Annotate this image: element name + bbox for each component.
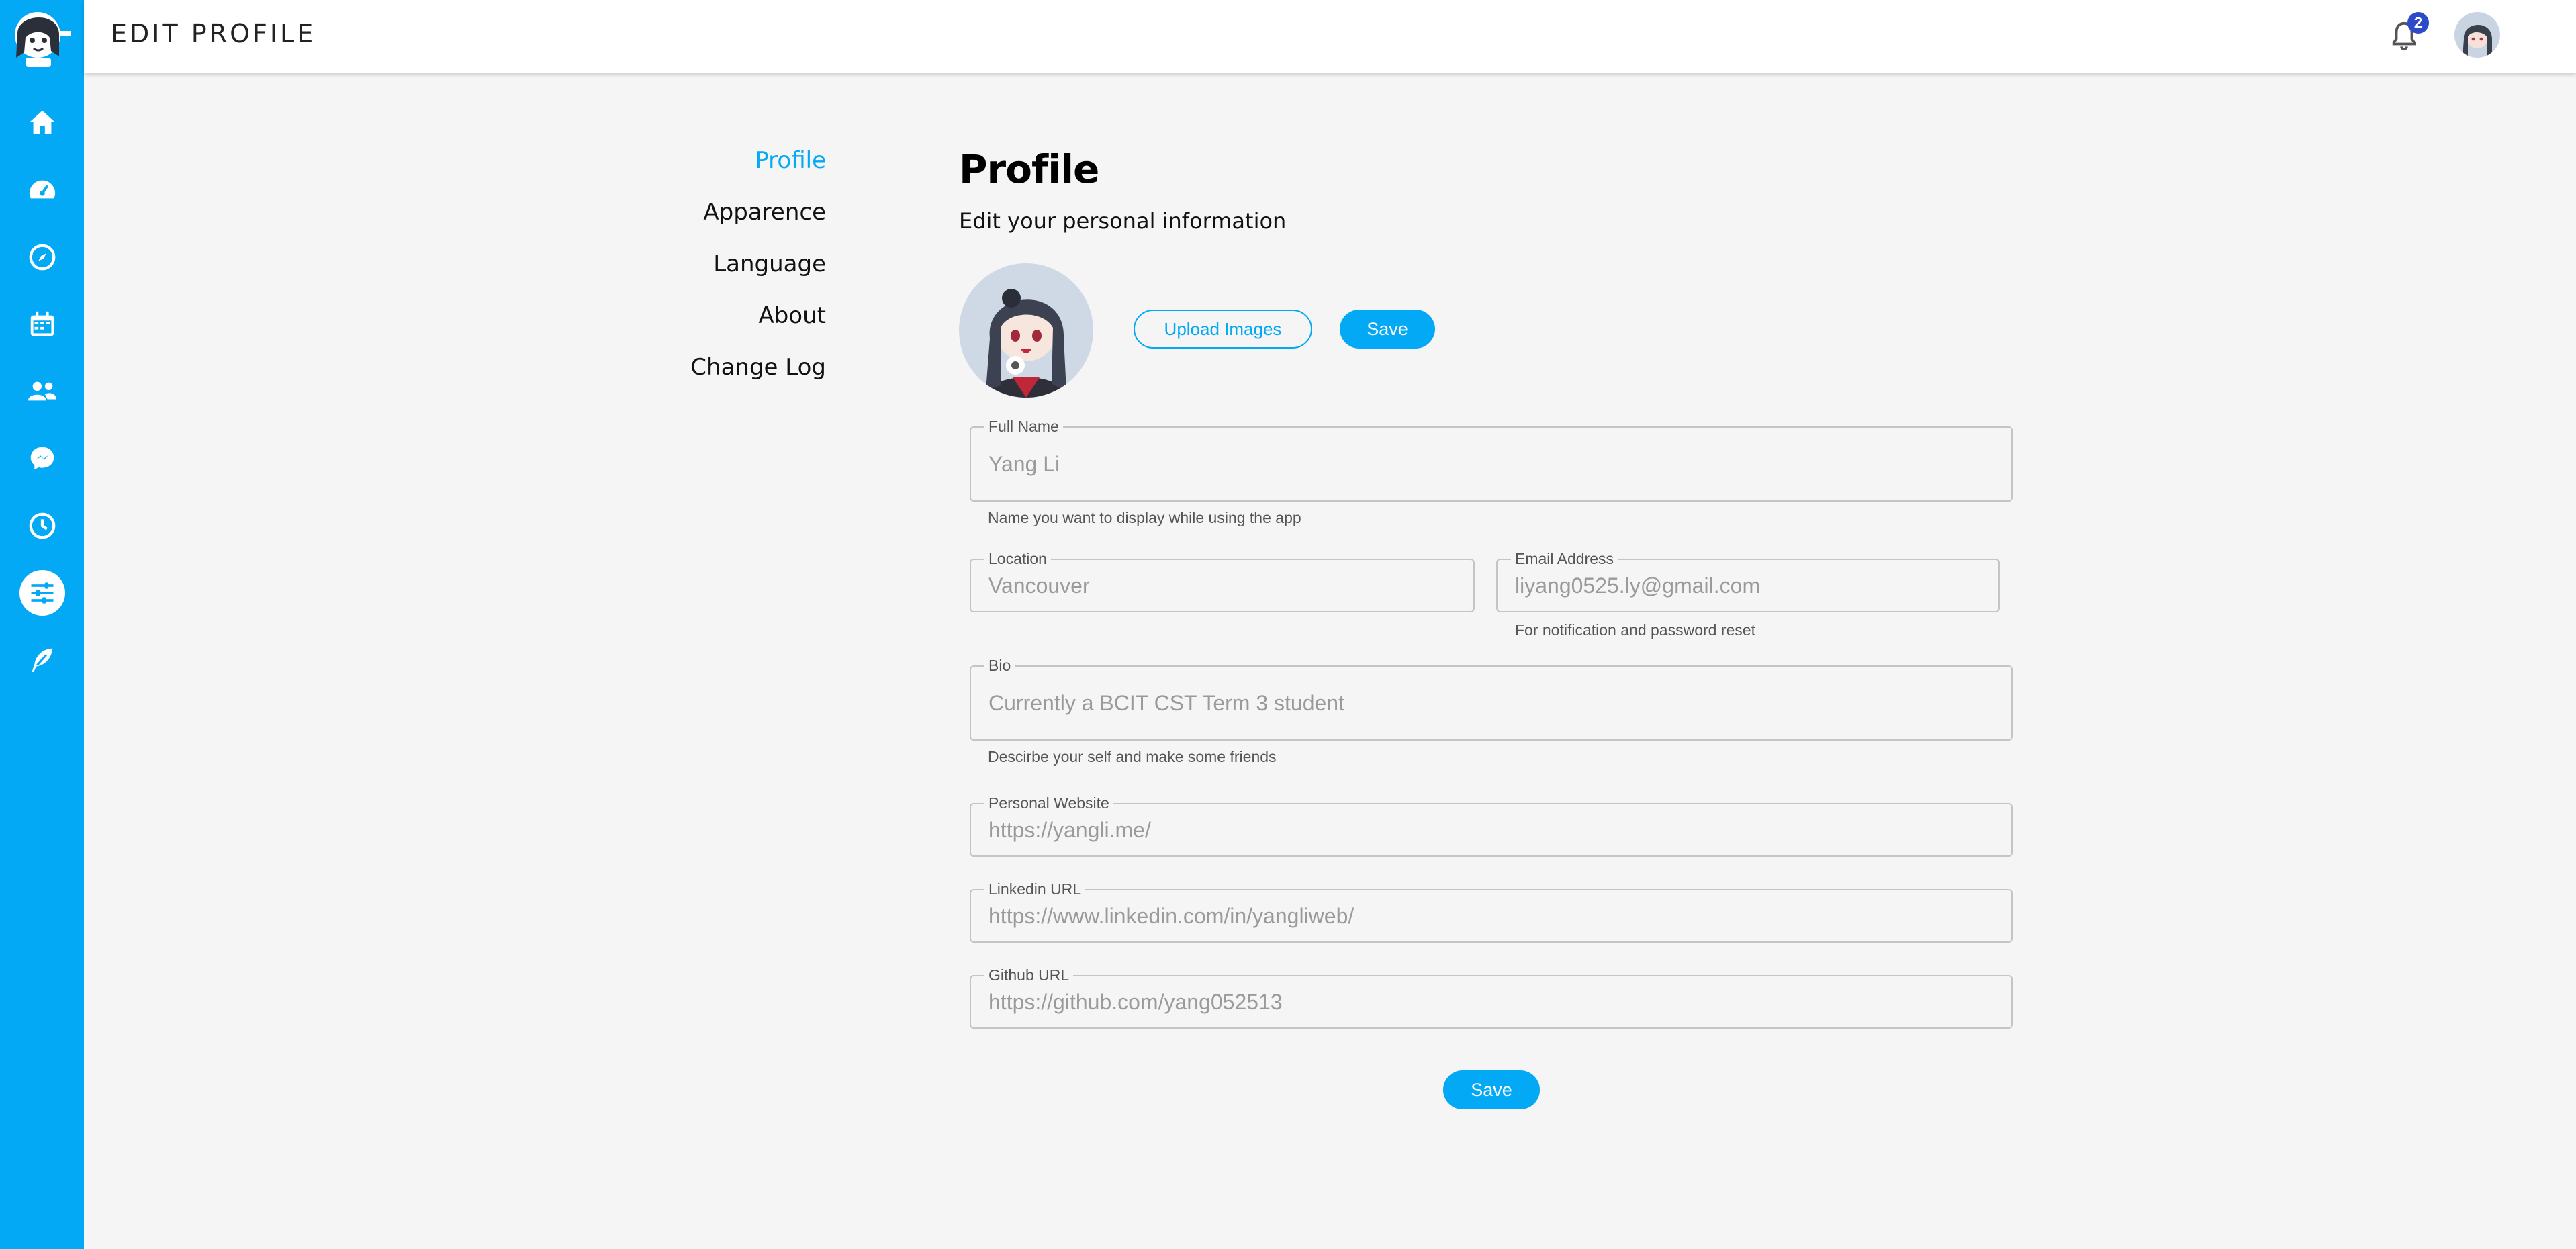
sidebar-item-calendar[interactable] [0,291,84,358]
feather-icon [32,648,52,672]
linkedin-url-label: Linkedin URL [984,879,1086,899]
full-name-field[interactable]: Full Name Yang Li [970,416,2013,502]
anime-logo-icon [15,12,71,67]
sidebar [0,0,84,1249]
settings-menu-about[interactable]: About [631,293,826,344]
github-url-value: https://github.com/yang052513 [988,990,1283,1014]
top-header: EDIT PROFILE 2 [84,0,2576,73]
page-subtitle: Edit your personal information [959,208,1287,234]
sidebar-item-blog[interactable] [0,627,84,694]
bio-helper: Descirbe your self and make some friends [988,748,1277,766]
save-profile-button[interactable]: Save [1443,1070,1540,1109]
github-url-label: Github URL [984,965,1074,985]
bio-label: Bio [984,655,1015,676]
users-icon [28,381,56,401]
email-field[interactable]: Email Address liyang0525.ly@gmail.com [1496,549,2000,612]
bio-field[interactable]: Bio Currently a BCIT CST Term 3 student [970,655,2013,741]
sidebar-item-messages[interactable] [0,425,84,492]
location-label: Location [984,549,1051,569]
sidebar-item-settings[interactable] [0,559,84,627]
linkedin-url-field[interactable]: Linkedin URL https://www.linkedin.com/in… [970,879,2013,943]
email-value: liyang0525.ly@gmail.com [1515,573,1761,598]
linkedin-url-value: https://www.linkedin.com/in/yangliweb/ [988,904,1354,928]
compass-icon [29,244,55,271]
settings-menu-profile[interactable]: Profile [631,138,826,189]
personal-website-label: Personal Website [984,793,1113,813]
sidebar-item-explore[interactable] [0,224,84,291]
full-name-value: Yang Li [988,452,1060,476]
settings-menu-apparence[interactable]: Apparence [631,189,826,241]
settings-menu-language[interactable]: Language [631,241,826,293]
user-avatar[interactable] [2454,12,2500,58]
personal-website-field[interactable]: Personal Website https://yangli.me/ [970,793,2013,857]
sidebar-item-dashboard[interactable] [0,156,84,223]
settings-menu-change-log[interactable]: Change Log [631,344,826,396]
location-field[interactable]: Location Vancouver [970,549,1475,612]
home-icon [29,110,55,134]
bio-value: Currently a BCIT CST Term 3 student [988,691,1344,715]
messenger-icon [30,447,54,470]
email-label: Email Address [1511,549,1618,569]
full-name-helper: Name you want to display while using the… [988,509,1301,526]
page-header-title: EDIT PROFILE [111,19,316,48]
upload-images-button[interactable]: Upload Images [1134,310,1312,349]
active-indicator [19,570,65,616]
profile-avatar-image-icon [959,263,1093,398]
sidebar-item-friends[interactable] [0,358,84,425]
personal-website-value: https://yangli.me/ [988,818,1151,842]
settings-menu: Profile Apparence Language About Change … [631,138,826,396]
notification-badge: 2 [2407,12,2429,34]
calendar-icon [30,311,54,336]
clock-icon [29,512,55,539]
github-url-field[interactable]: Github URL https://github.com/yang052513 [970,965,2013,1029]
sidebar-item-home[interactable] [0,89,84,156]
sidebar-item-history[interactable] [0,492,84,559]
location-value: Vancouver [988,573,1090,598]
avatar-image-icon [2454,12,2500,58]
full-name-label: Full Name [984,416,1063,436]
dashboard-icon [29,180,55,199]
email-helper: For notification and password reset [1515,621,1755,639]
save-avatar-button[interactable]: Save [1340,310,1435,349]
profile-avatar [959,263,1093,398]
app-logo[interactable] [5,4,75,71]
settings-sliders-icon [31,582,53,604]
page-title: Profile [959,146,1099,192]
notifications-button[interactable]: 2 [2389,12,2429,56]
